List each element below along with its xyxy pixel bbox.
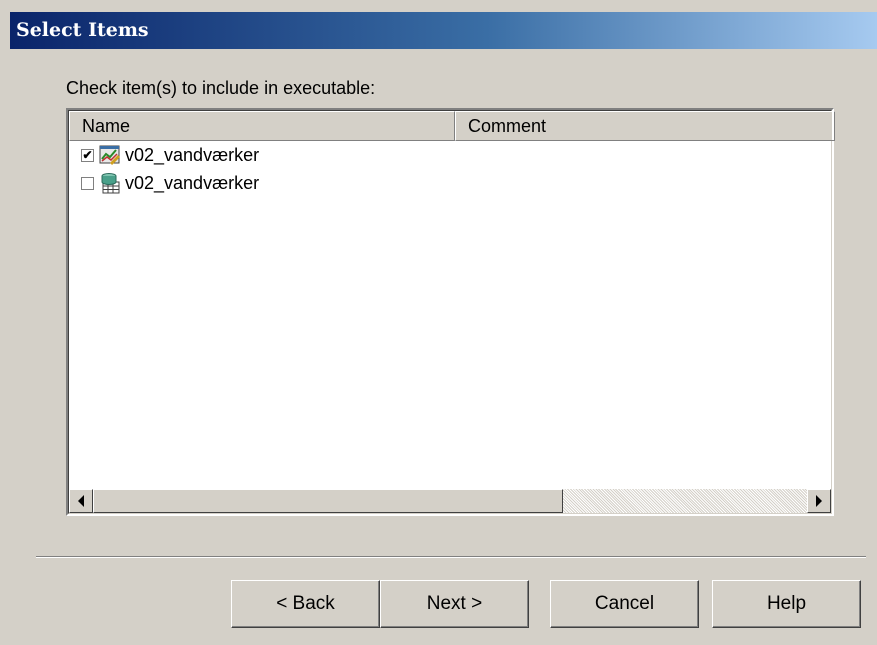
list-item[interactable]: ✔ v02_vandværker — [69, 141, 831, 169]
checkmark-icon: ✔ — [82, 147, 93, 162]
scroll-right-button[interactable] — [807, 489, 831, 513]
help-button[interactable]: Help — [712, 580, 861, 628]
scrollbar-thumb[interactable] — [93, 489, 563, 513]
arrow-left-icon — [78, 495, 84, 507]
scroll-left-button[interactable] — [69, 489, 93, 513]
cancel-button[interactable]: Cancel — [550, 580, 699, 628]
item-checkbox[interactable] — [81, 176, 94, 190]
column-header-name[interactable]: Name — [69, 111, 455, 141]
back-button[interactable]: < Back — [231, 580, 380, 628]
item-name: v02_vandværker — [125, 144, 260, 165]
page-title: Select Items — [10, 12, 877, 49]
report-chart-icon — [99, 145, 121, 166]
next-button[interactable]: Next > — [380, 580, 529, 628]
arrow-right-icon — [816, 495, 822, 507]
database-table-icon — [101, 173, 120, 194]
item-name: v02_vandværker — [125, 172, 260, 193]
list-item[interactable]: v02_vandværker — [69, 169, 831, 197]
item-checkbox[interactable]: ✔ — [81, 147, 94, 162]
list-header: Name Comment — [69, 111, 835, 141]
items-list-view[interactable]: Name Comment ✔ v02_vandværker v02_vandvæ… — [66, 108, 835, 516]
horizontal-scrollbar[interactable] — [69, 489, 831, 513]
column-header-comment[interactable]: Comment — [455, 111, 835, 141]
divider — [36, 556, 866, 558]
instruction-label: Check item(s) to include in executable: — [66, 78, 376, 98]
